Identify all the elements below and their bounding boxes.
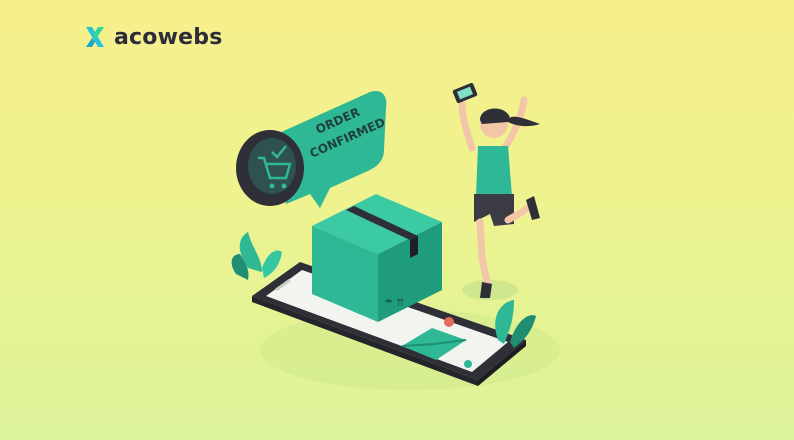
- order-confirmed-bubble: ORDER CONFIRMED: [236, 90, 387, 208]
- svg-text:☂ ⇈: ☂ ⇈: [384, 298, 405, 309]
- plant-left: [231, 232, 282, 280]
- happy-customer-figure: [452, 82, 540, 300]
- order-confirmed-illustration: ☂ ⇈ ORDER CONFIRMED: [231, 82, 560, 390]
